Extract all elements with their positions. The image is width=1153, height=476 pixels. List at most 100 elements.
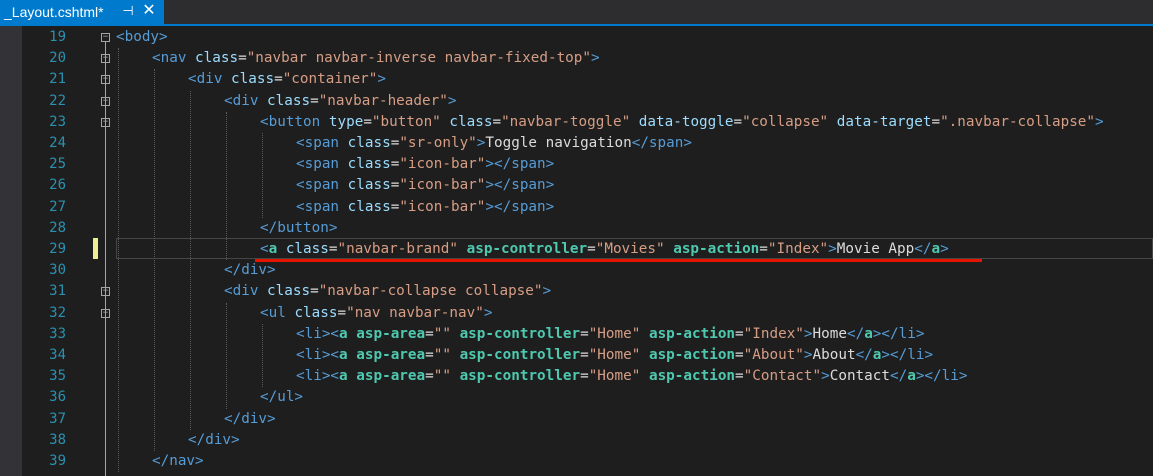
collapse-toggle-icon[interactable]: − (101, 33, 110, 42)
code-token: = (580, 347, 589, 363)
line-number: 35 (49, 368, 66, 385)
code-line[interactable]: <li><a asp-area="" asp-controller="Home"… (296, 366, 967, 387)
code-token: "Contact" (743, 368, 822, 385)
code-token: ".navbar-collapse" (940, 113, 1096, 130)
code-token: </ (890, 368, 908, 385)
code-line[interactable]: </button> (260, 218, 337, 239)
code-token: class (347, 198, 391, 215)
code-token: asp-controller (459, 325, 581, 342)
code-line[interactable]: <div class="navbar-collapse collapse"> (224, 281, 551, 302)
code-token: a (339, 347, 348, 363)
code-line[interactable]: <span class="icon-bar"></span> (296, 154, 554, 175)
code-token: "Index" (743, 325, 804, 342)
code-token: < (260, 241, 269, 257)
code-line[interactable]: <button type="button" class="navbar-togg… (260, 112, 1104, 133)
code-token: asp-controller (466, 241, 588, 257)
indent-guide (154, 69, 155, 451)
code-token: = (310, 92, 319, 109)
code-line[interactable]: </div> (188, 430, 240, 451)
code-token: asp-controller (459, 347, 581, 363)
code-line[interactable]: <body> (116, 27, 168, 48)
tab-layout-cshtml[interactable]: _Layout.cshtml* ⊣ ✕ (0, 0, 164, 24)
close-icon[interactable]: ✕ (142, 3, 156, 19)
code-token: > (591, 50, 600, 67)
code-token: class (294, 304, 338, 321)
line-number: 24 (49, 135, 66, 151)
code-line[interactable]: <ul class="nav navbar-nav"> (260, 303, 492, 324)
code-token: class (267, 92, 311, 109)
code-token: > (542, 283, 552, 300)
code-line[interactable]: <span class="sr-only">Toggle navigation<… (296, 133, 692, 154)
code-line[interactable]: </div> (224, 260, 276, 281)
code-line[interactable]: <span class="icon-bar"></span> (296, 175, 554, 196)
code-token: "" (433, 368, 451, 385)
code-line[interactable]: <div class="navbar-header"> (224, 91, 456, 112)
code-token: > (377, 71, 386, 88)
code-token: <button (260, 113, 321, 130)
code-token: asp-controller (459, 368, 581, 385)
code-line[interactable]: <a class="navbar-brand" asp-controller="… (260, 239, 949, 260)
code-token: </div> (188, 431, 240, 448)
line-number: 19 (49, 29, 66, 45)
code-token: a (268, 241, 278, 257)
document-tab-strip: _Layout.cshtml* ⊣ ✕ (0, 0, 1153, 26)
code-token: </ (855, 347, 873, 363)
code-token: <span (296, 177, 340, 194)
line-number: 39 (49, 453, 66, 469)
code-token: </ (914, 241, 932, 257)
code-token: "navbar navbar-inverse navbar-fixed-top" (246, 50, 592, 67)
code-token: = (363, 113, 372, 130)
code-token: = (492, 113, 502, 130)
code-token: <nav (152, 50, 187, 67)
code-token: "Movies" (595, 241, 665, 257)
line-number: 22 (49, 92, 66, 109)
code-token: Contact (829, 368, 890, 385)
line-number: 25 (49, 156, 66, 173)
indent-guide (190, 90, 191, 430)
code-token: "" (433, 347, 451, 363)
line-number: 30 (49, 262, 66, 279)
code-line[interactable]: </ul> (260, 387, 303, 408)
code-token: ></li> (915, 368, 968, 385)
code-token: class (267, 283, 311, 300)
code-token: = (238, 50, 247, 67)
code-line[interactable]: <span class="icon-bar"></span> (296, 197, 554, 218)
code-token: asp-area (356, 325, 426, 342)
code-token: "nav navbar-nav" (346, 304, 484, 321)
code-token: "navbar-brand" (337, 241, 458, 257)
code-token: asp-action (673, 241, 760, 257)
code-line[interactable]: <li><a asp-area="" asp-controller="Home"… (296, 324, 924, 345)
code-token: <span (296, 135, 340, 151)
line-number: 34 (49, 347, 66, 363)
code-token: = (580, 325, 589, 342)
code-token: class (347, 177, 391, 194)
code-token: </nav> (152, 453, 204, 469)
code-token: </span> (631, 135, 692, 151)
line-number: 21 (49, 71, 66, 88)
code-token: </ (846, 325, 865, 342)
code-line[interactable]: <nav class="navbar navbar-inverse navbar… (152, 48, 600, 69)
pin-icon[interactable]: ⊣ (121, 3, 135, 19)
line-number: 28 (49, 219, 66, 236)
annotation-underline (255, 259, 982, 262)
code-line[interactable]: </div> (224, 409, 276, 430)
code-line[interactable]: <li><a asp-area="" asp-controller="Home"… (296, 345, 933, 366)
code-token: <span (296, 156, 340, 173)
code-token: class (449, 113, 493, 130)
code-line[interactable]: <div class="container"> (188, 69, 386, 90)
line-number: 29 (49, 241, 66, 257)
code-token: "navbar-collapse collapse" (318, 283, 543, 300)
code-token: "icon-bar" (399, 156, 486, 173)
code-line[interactable]: </nav> (152, 451, 204, 472)
